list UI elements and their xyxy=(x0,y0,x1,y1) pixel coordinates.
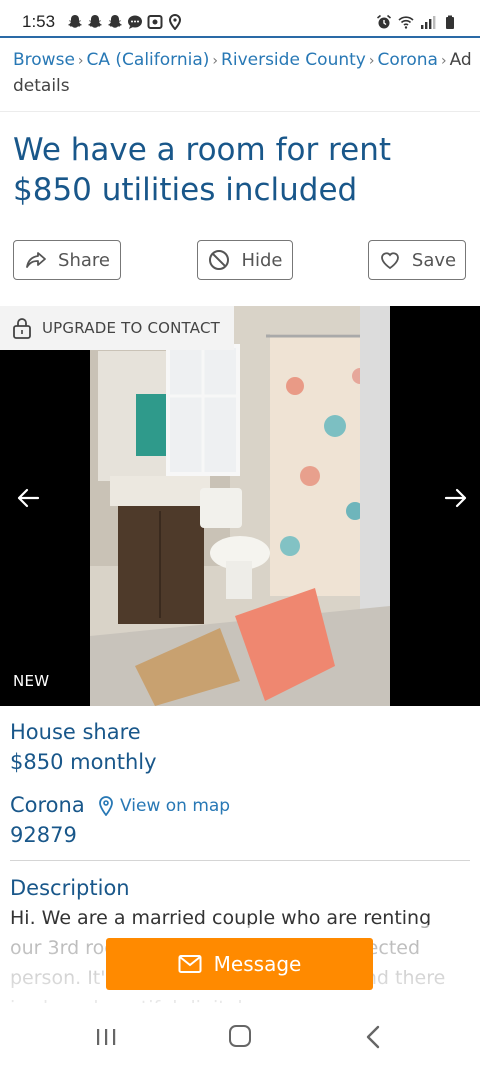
listing-price: $850 monthly xyxy=(10,750,157,774)
breadcrumb-city[interactable]: Corona xyxy=(377,50,437,70)
listing-photo[interactable] xyxy=(90,306,390,706)
home-icon[interactable] xyxy=(229,1025,251,1047)
camera-icon xyxy=(147,15,163,29)
view-on-map-label: View on map xyxy=(120,796,231,816)
bathroom-photo xyxy=(90,306,390,706)
snapchat-icon xyxy=(108,15,123,28)
back-icon[interactable] xyxy=(364,1024,382,1050)
hide-icon xyxy=(209,250,230,270)
alarm-icon xyxy=(376,14,392,29)
description-heading: Description xyxy=(10,876,130,900)
property-type: House share xyxy=(10,720,141,744)
breadcrumb-county[interactable]: Riverside County xyxy=(221,50,366,70)
lock-icon xyxy=(13,318,31,339)
battery-icon xyxy=(446,15,454,29)
header-accent-line xyxy=(0,36,480,38)
view-on-map-link[interactable]: View on map xyxy=(98,796,230,816)
envelope-icon xyxy=(178,955,202,973)
recent-apps-icon[interactable] xyxy=(95,1026,117,1048)
upgrade-label: UPGRADE TO CONTACT xyxy=(42,319,220,337)
snapchat-icon xyxy=(88,15,103,28)
listing-title: We have a room for rent $850 utilities i… xyxy=(13,132,391,208)
system-nav-bar xyxy=(0,1010,480,1067)
share-label: Share xyxy=(58,249,110,271)
save-label: Save xyxy=(411,249,457,271)
message-button[interactable]: Message xyxy=(106,938,373,990)
hide-button[interactable]: Hide xyxy=(197,240,293,280)
breadcrumb-browse[interactable]: Browse xyxy=(13,50,75,70)
location-icon xyxy=(169,14,182,30)
snapchat-icon xyxy=(68,15,83,28)
status-time: 1:53 xyxy=(22,12,56,31)
next-photo-arrow-icon[interactable] xyxy=(442,484,470,512)
wifi-icon xyxy=(398,16,414,29)
signal-icon xyxy=(421,16,436,29)
breadcrumb: Browse › CA (California) › Riverside County ›… xyxy=(13,50,472,96)
photo-gallery[interactable]: UPGRADE TO CONTACT NEW xyxy=(0,306,480,706)
new-badge: NEW xyxy=(13,672,50,690)
breadcrumb-state[interactable]: CA (California) xyxy=(87,50,210,70)
map-pin-icon xyxy=(99,796,113,816)
share-icon xyxy=(26,252,46,268)
share-button[interactable]: Share xyxy=(13,240,121,280)
upgrade-to-contact-banner[interactable]: UPGRADE TO CONTACT xyxy=(0,306,234,350)
listing-zip: 92879 xyxy=(10,823,77,847)
listing-city: Corona xyxy=(10,793,85,817)
divider xyxy=(0,111,480,112)
save-button[interactable]: Save xyxy=(368,240,466,280)
previous-photo-arrow-icon[interactable] xyxy=(14,484,42,512)
heart-icon xyxy=(381,252,399,270)
message-label: Message xyxy=(213,952,302,976)
divider xyxy=(10,860,470,861)
hide-label: Hide xyxy=(241,249,283,271)
message-icon xyxy=(128,15,143,29)
